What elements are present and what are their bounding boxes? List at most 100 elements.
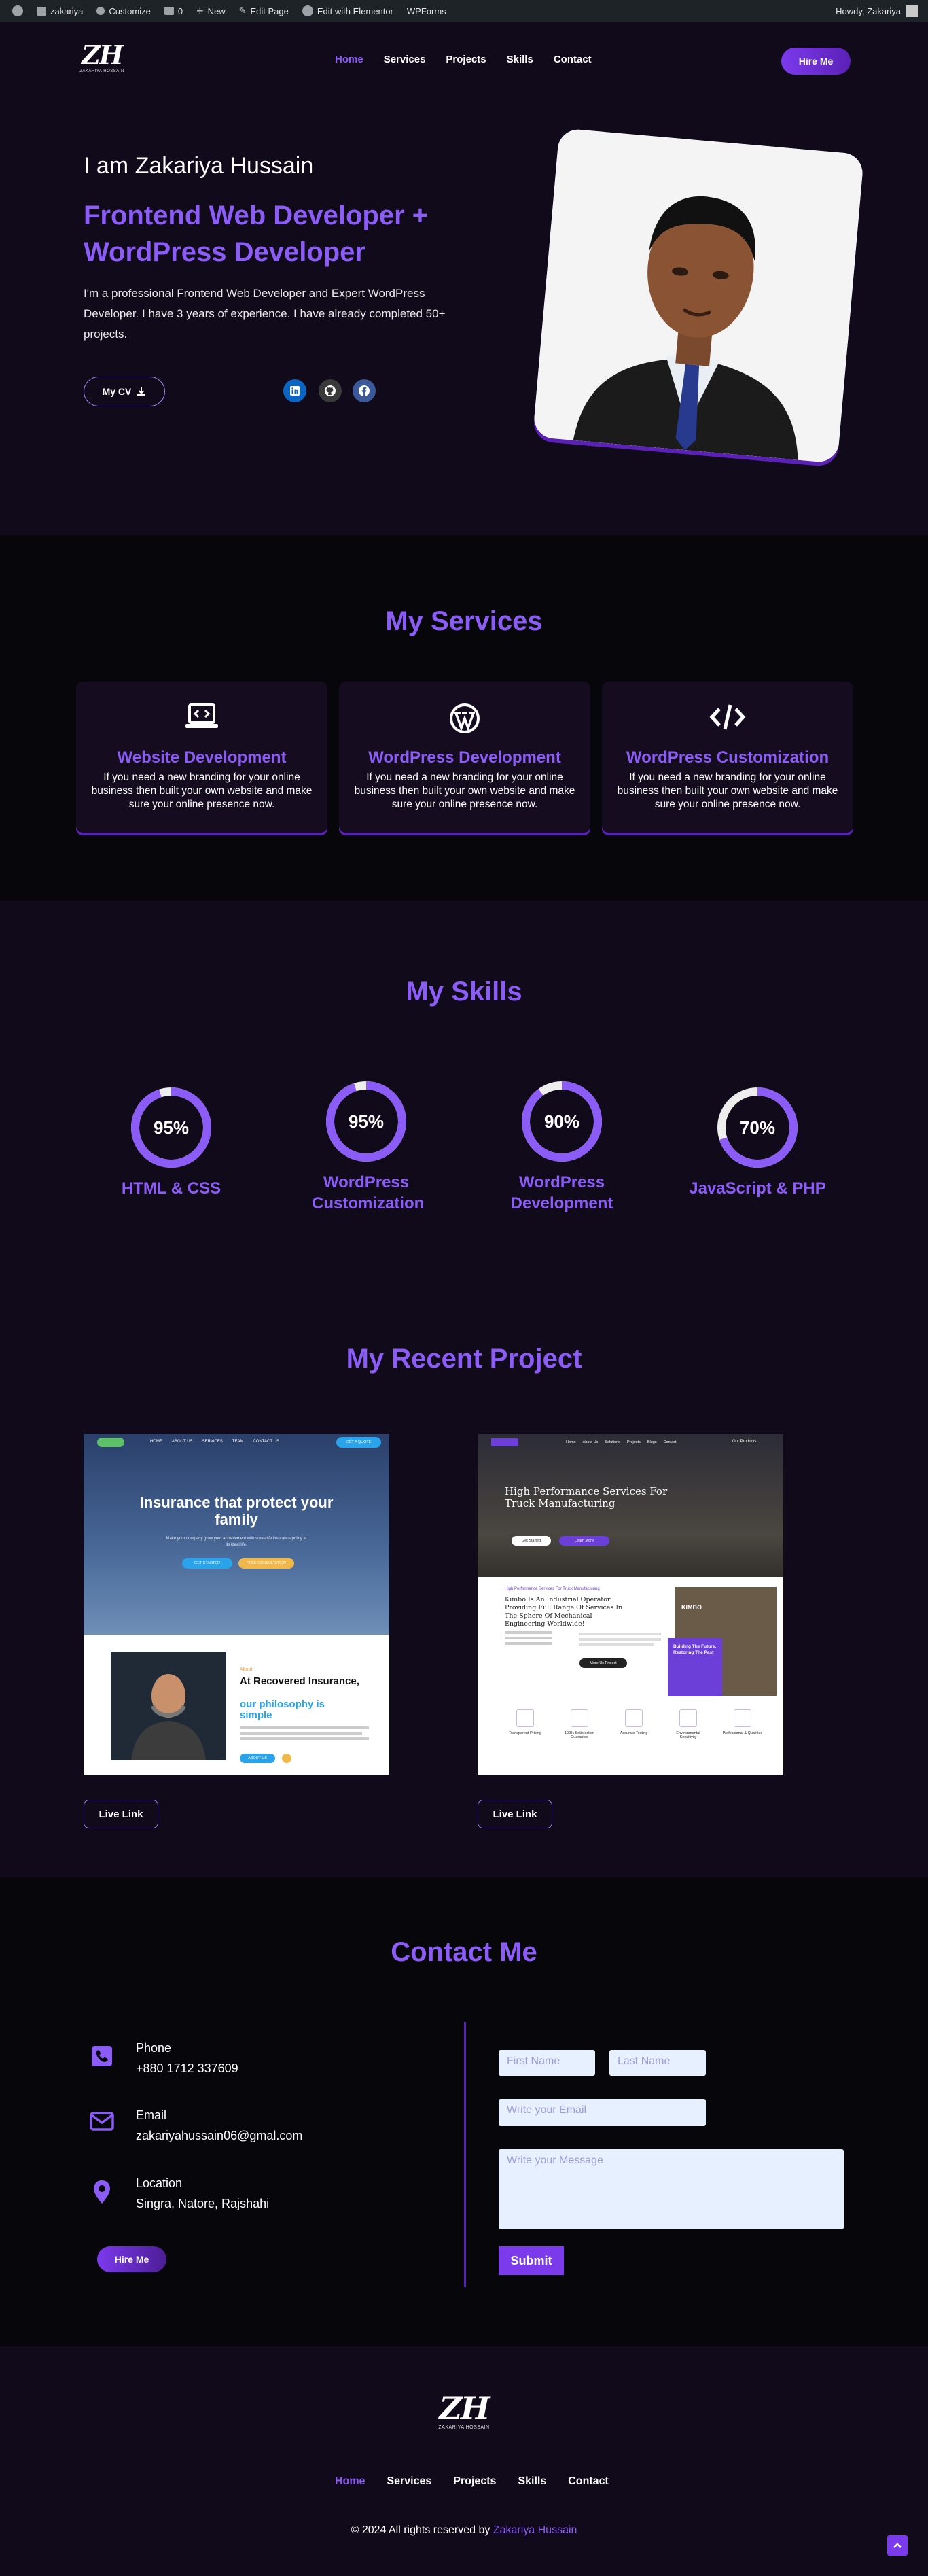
skill-item: 95% WordPress Customization [285,1079,448,1214]
service-text: If you need a new branding for your onli… [91,771,313,810]
nav-services[interactable]: Services [384,54,426,65]
hero-section: I am Zakariya Hussain Frontend Web Devel… [0,100,928,535]
kimbo-more-btn: More Us Project [579,1658,627,1668]
github-icon[interactable] [319,379,342,402]
footer-nav-projects[interactable]: Projects [453,2475,496,2488]
logo-text: ZAKARIYA HOSSAIN [79,69,124,73]
first-name-field[interactable]: First Name [499,2050,595,2076]
insurance-person-photo [111,1652,226,1760]
my-cv-button[interactable]: My CV [84,377,165,406]
brush-icon [96,7,105,15]
admin-comments[interactable]: 0 [158,0,190,22]
copyright: © 2024 All rights reserved by Zakariya H… [351,2524,577,2536]
skill-label: WordPress Development [510,1173,613,1213]
project-thumb-kimbo[interactable]: Home About Us Solutions Projects Blogs C… [478,1434,783,1775]
project-thumb-insurance[interactable]: HOME ABOUT US SERVICES TEAM CONTACT US G… [84,1434,389,1775]
wordpress-logo-menu[interactable] [5,0,30,22]
admin-site-name[interactable]: zakariya [30,0,90,22]
wordpress-icon [450,703,480,733]
last-name-field[interactable]: Last Name [609,2050,706,2076]
footer-logo[interactable]: ZH ZAKARIYA HOSSAIN [437,2391,491,2430]
live-link-button[interactable]: Live Link [478,1800,552,1828]
skill-percent: 95% [154,1117,189,1138]
comment-icon [164,7,174,15]
nav-contact[interactable]: Contact [554,54,592,65]
location-icon [94,2180,110,2204]
wordpress-icon [12,5,23,16]
linkedin-icon[interactable] [283,379,306,402]
kimbo-lang: Our Products [732,1440,757,1444]
kimbo-btn1: Get Started [512,1536,551,1546]
admin-edit-page[interactable]: ✎ Edit Page [232,0,296,22]
kimbo-badge: Building The Future, Restoring The Past [668,1638,722,1696]
kimbo-features: Transparent Pricing 100% Satisfaction Gu… [505,1709,763,1739]
message-field[interactable]: Write your Message [499,2149,844,2229]
kimbo-nav: Home About Us Solutions Projects Blogs C… [566,1440,677,1444]
contact-label: Phone [136,2041,172,2055]
skills-title: My Skills [406,977,522,1007]
avatar [906,5,918,17]
service-title: Website Development [117,748,287,767]
service-title: WordPress Customization [626,748,829,767]
insurance-about-title2: our philosophy is simple [240,1699,325,1721]
facebook-icon[interactable] [353,379,376,402]
hero-title: Frontend Web Developer + WordPress Devel… [84,201,429,267]
home-icon [37,6,46,16]
hire-me-button[interactable]: Hire Me [781,48,851,75]
contact-email: Email zakariyahussain06@gmal.com [88,2105,302,2146]
email-field[interactable]: Write your Email [499,2099,706,2126]
skill-percent: 90% [544,1111,579,1132]
live-link-button[interactable]: Live Link [84,1800,158,1828]
contact-value: +880 1712 337609 [136,2061,238,2075]
nav-home[interactable]: Home [335,54,363,65]
kimbo-btn2: Learn More [559,1536,609,1546]
footer-nav-services[interactable]: Services [387,2475,431,2488]
logo-mark: ZH [82,39,124,70]
contact-value: Singra, Natore, Rajshahi [136,2197,270,2210]
service-card-wordpress: WordPress Development If you need a new … [339,682,590,833]
service-title: WordPress Development [368,748,561,767]
skill-label: JavaScript & PHP [689,1179,826,1198]
insurance-about-label: About [240,1667,253,1672]
insurance-cta: GET A QUOTE [336,1437,381,1448]
hero-description: I'm a professional Frontend Web Develope… [84,287,446,341]
service-text: If you need a new branding for your onli… [617,771,838,810]
admin-new[interactable]: + New [190,0,232,22]
admin-bar: zakariya Customize 0 + New ✎ Edit Page Edi… [0,0,928,22]
insurance-hero-sub: Make your company grow your achievement … [166,1537,307,1547]
kimbo-heading: Kimbo Is An Industrial Operator Providin… [505,1596,623,1628]
footer-nav-home[interactable]: Home [335,2475,365,2488]
contact-label: Email [136,2108,167,2122]
admin-customize[interactable]: Customize [90,0,157,22]
site-logo[interactable]: ZH ZAKARIYA HOSSAIN [78,39,126,74]
pencil-icon: ✎ [238,5,247,16]
skill-ring: 90% [522,1081,602,1162]
kimbo-hero-title: High Performance Services For Truck Manu… [505,1485,668,1510]
scroll-to-top-button[interactable] [887,2535,908,2556]
insurance-nav: HOME ABOUT US SERVICES TEAM CONTACT US [150,1440,279,1444]
services-title: My Services [385,606,543,636]
skill-label: WordPress Customization [312,1173,425,1213]
phone-icon [92,2046,112,2066]
skill-ring: 95% [131,1087,211,1168]
footer-nav-contact[interactable]: Contact [568,2475,609,2488]
plus-icon: + [196,3,204,18]
insurance-btn2: FREE CONSULTATION [238,1558,294,1569]
insurance-about-btn: ABOUT US [240,1754,275,1763]
admin-wpforms[interactable]: WPForms [400,0,453,22]
service-card-website: Website Development If you need a new br… [76,682,327,833]
site-footer [0,2346,928,2576]
insurance-logo [97,1438,124,1447]
nav-skills[interactable]: Skills [507,54,533,65]
contact-hire-button[interactable]: Hire Me [97,2246,166,2272]
copyright-author[interactable]: Zakariya Hussain [493,2524,577,2536]
nav-projects[interactable]: Projects [446,54,486,65]
contact-label: Location [136,2176,183,2190]
skill-label: HTML & CSS [121,1179,221,1198]
submit-button[interactable]: Submit [499,2246,564,2275]
admin-elementor[interactable]: Edit with Elementor [296,0,400,22]
admin-account[interactable]: Howdy, Zakariya [836,5,923,17]
service-text: If you need a new branding for your onli… [354,771,575,810]
footer-nav-skills[interactable]: Skills [518,2475,546,2488]
insurance-hero-bg [84,1434,389,1635]
